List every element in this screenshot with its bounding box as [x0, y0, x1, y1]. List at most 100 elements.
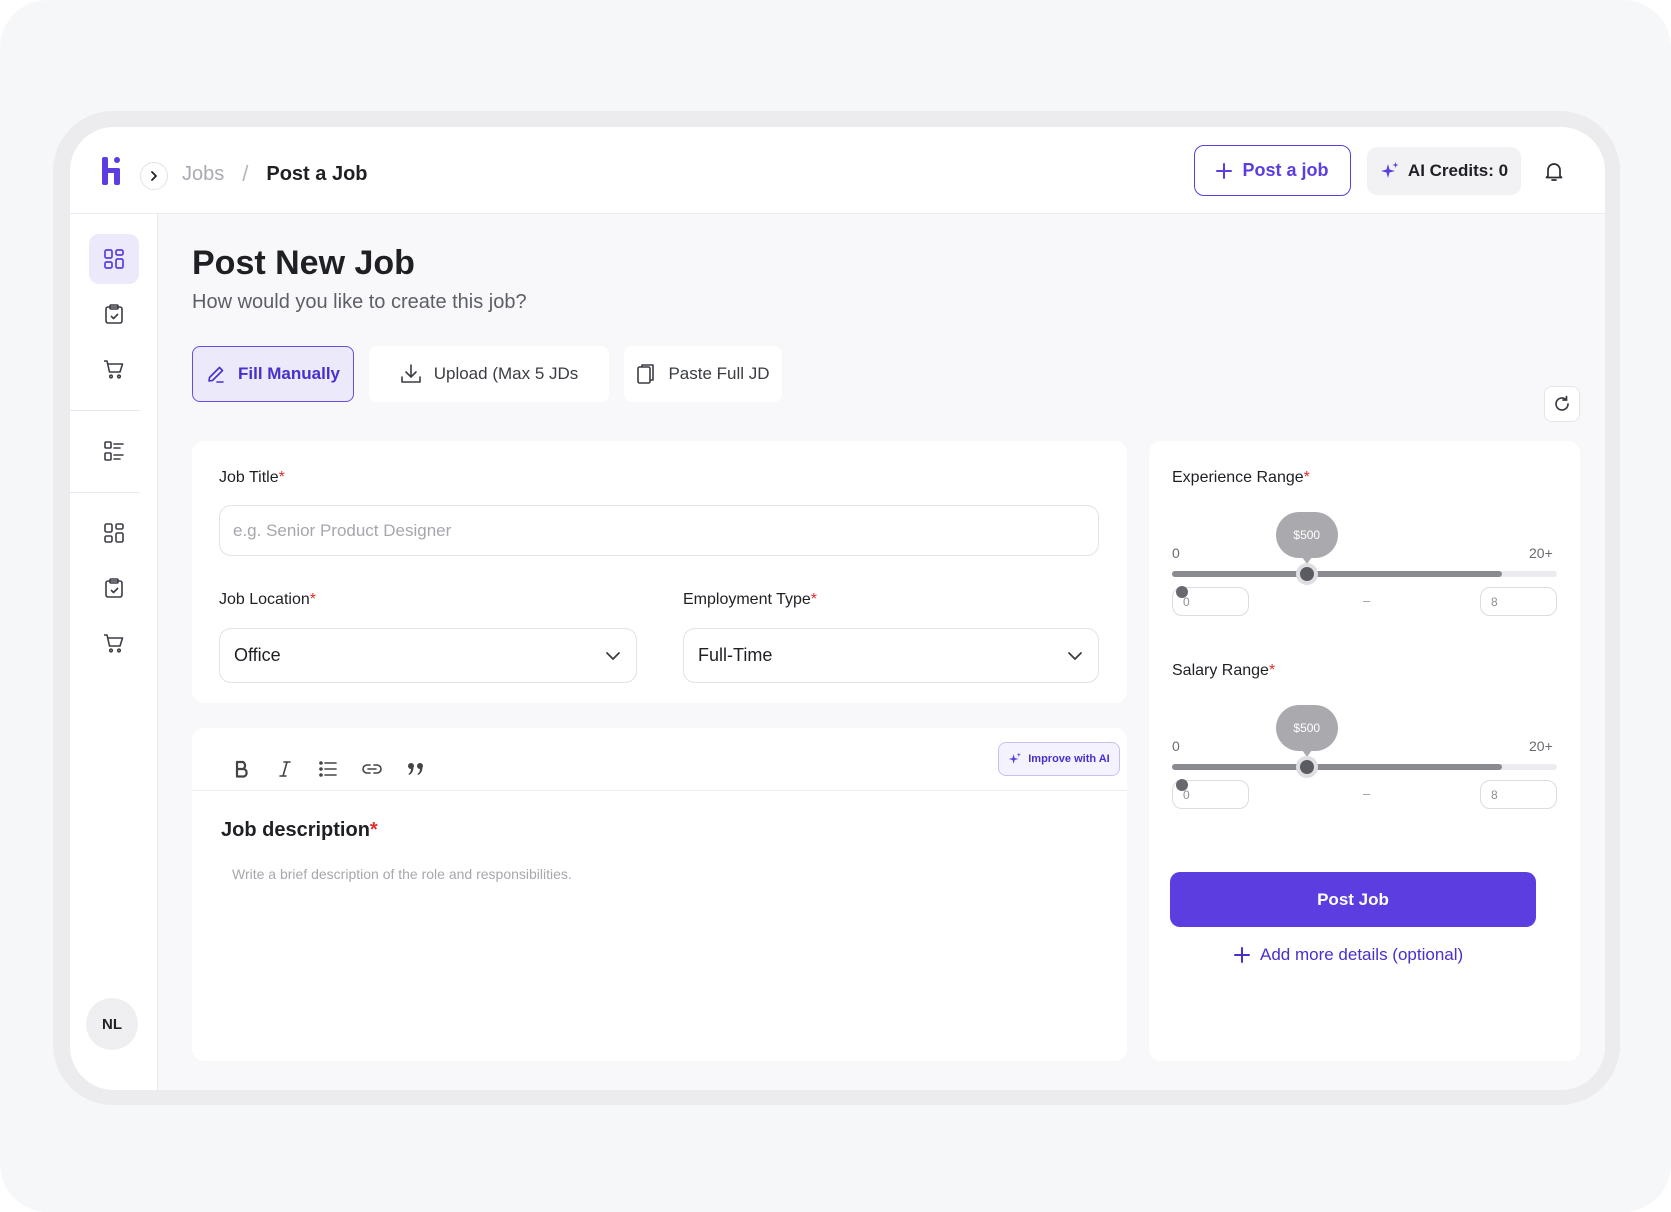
- clipboard-check-icon: [105, 578, 123, 598]
- salary-max-value: 8: [1491, 787, 1498, 802]
- salary-min-knob: [1176, 779, 1188, 791]
- sidebar-item-cart-2[interactable]: [89, 618, 139, 668]
- ai-credits-badge[interactable]: AI Credits: 0: [1367, 147, 1521, 195]
- salary-slider-track[interactable]: [1172, 756, 1557, 778]
- experience-max-value: 8: [1491, 594, 1498, 609]
- chevron-down-icon: [606, 651, 620, 660]
- sidebar-item-list[interactable]: [89, 426, 139, 476]
- job-title-input[interactable]: e.g. Senior Product Designer: [219, 505, 1099, 556]
- salary-max-label: 20+: [1529, 738, 1553, 754]
- required-mark: *: [369, 819, 378, 841]
- required-mark: *: [1303, 469, 1310, 486]
- user-avatar[interactable]: NL: [86, 998, 138, 1050]
- sparkles-icon: [1008, 752, 1022, 764]
- bullet-list-icon: [319, 761, 337, 777]
- sidebar-item-tasks-2[interactable]: [89, 563, 139, 613]
- job-description-input[interactable]: Write a brief description of the role an…: [232, 866, 572, 882]
- improve-with-ai-button[interactable]: Improve with AI: [998, 742, 1120, 776]
- description-editor-card: Improve with AI Job description* Write a…: [192, 728, 1127, 1061]
- experience-range-label: Experience Range*: [1172, 469, 1310, 487]
- chevron-right-icon: [151, 171, 157, 181]
- job-basics-card: Job Title* e.g. Senior Product Designer …: [192, 441, 1127, 703]
- upload-jd-button[interactable]: Upload (Max 5 JDs: [369, 346, 609, 402]
- dashboard-icon: [104, 249, 124, 269]
- job-title-label: Job Title*: [219, 469, 285, 487]
- experience-min-knob: [1176, 586, 1188, 598]
- job-description-title-text: Job description: [221, 819, 370, 841]
- post-a-job-button[interactable]: Post a job: [1194, 145, 1351, 196]
- quote-icon: [408, 763, 423, 775]
- clipboard-icon: [637, 364, 655, 384]
- job-location-label: Job Location*: [219, 591, 316, 609]
- list-icon: [104, 441, 124, 461]
- app-screen: Jobs / Post a Job Post a job AI Credits:…: [70, 127, 1605, 1090]
- improve-with-ai-label: Improve with AI: [1028, 753, 1110, 765]
- experience-slider-thumb[interactable]: [1295, 563, 1318, 585]
- breadcrumb-current: Post a Job: [266, 162, 368, 185]
- salary-max-input[interactable]: 8: [1480, 780, 1557, 809]
- required-mark: *: [309, 591, 316, 608]
- download-icon: [400, 364, 421, 383]
- add-more-details-label: Add more details (optional): [1260, 945, 1464, 964]
- experience-slider-track[interactable]: [1172, 563, 1557, 585]
- bell-icon[interactable]: [1542, 159, 1566, 183]
- editor-toolbar-divider: [192, 790, 1127, 791]
- sidebar-item-dashboard-2[interactable]: [89, 508, 139, 558]
- refresh-button[interactable]: [1544, 386, 1580, 422]
- experience-min-input[interactable]: 0: [1172, 586, 1249, 616]
- experience-max-input[interactable]: 8: [1480, 587, 1557, 616]
- italic-button[interactable]: [271, 755, 299, 783]
- sidebar-divider: [70, 492, 140, 493]
- breadcrumb-jobs-link[interactable]: Jobs: [182, 163, 224, 186]
- upload-jd-label: Upload (Max 5 JDs: [433, 364, 579, 383]
- post-job-submit-button[interactable]: Post Job: [1170, 872, 1536, 927]
- experience-range-label-text: Experience Range: [1172, 469, 1304, 486]
- sidebar-item-tasks[interactable]: [89, 289, 139, 339]
- salary-slider-thumb[interactable]: [1295, 756, 1318, 778]
- salary-min-input[interactable]: 0: [1172, 779, 1249, 809]
- top-bar: Jobs / Post a Job Post a job AI Credits:…: [70, 127, 1605, 214]
- add-more-details-link[interactable]: Add more details (optional): [1234, 945, 1463, 965]
- experience-value-bubble: $500: [1275, 512, 1338, 564]
- breadcrumb: Jobs / Post a Job: [182, 161, 368, 187]
- link-button[interactable]: [358, 755, 386, 783]
- fill-manually-label: Fill Manually: [237, 364, 341, 383]
- job-title-label-text: Job Title: [219, 469, 279, 486]
- salary-value-bubble: $500: [1275, 705, 1338, 757]
- range-dash: –: [1363, 593, 1371, 608]
- required-mark: *: [278, 469, 285, 486]
- sidebar: NL: [70, 214, 158, 1090]
- logo-icon: [102, 157, 120, 185]
- breadcrumb-separator: /: [242, 161, 249, 186]
- plus-icon: [1216, 162, 1233, 179]
- link-icon: [362, 764, 382, 774]
- sidebar-expand-button[interactable]: [140, 162, 168, 190]
- sparkles-icon: [1380, 162, 1399, 178]
- job-location-select[interactable]: Office: [219, 628, 637, 683]
- employment-type-select[interactable]: Full-Time: [683, 628, 1099, 683]
- employment-type-value: Full-Time: [698, 645, 773, 665]
- bold-icon: [235, 760, 248, 778]
- salary-min-label: 0: [1172, 738, 1180, 754]
- bold-button[interactable]: [228, 755, 256, 783]
- required-mark: *: [810, 591, 817, 608]
- job-location-value: Office: [234, 645, 281, 665]
- plus-icon: [1234, 947, 1250, 963]
- refresh-icon: [1555, 395, 1569, 411]
- page-subtitle: How would you like to create this job?: [192, 291, 527, 313]
- experience-max-label: 20+: [1529, 545, 1553, 561]
- paste-jd-button[interactable]: Paste Full JD: [624, 346, 782, 402]
- job-description-title: Job description*: [221, 819, 378, 842]
- bullet-list-button[interactable]: [314, 755, 342, 783]
- quote-button[interactable]: [402, 755, 430, 783]
- italic-icon: [279, 761, 291, 777]
- pencil-icon: [208, 366, 224, 383]
- experience-slider-fill: [1172, 571, 1502, 577]
- sidebar-item-dashboard[interactable]: [89, 234, 139, 284]
- ai-credits-label: AI Credits: 0: [1407, 161, 1509, 180]
- range-dash: –: [1363, 786, 1371, 801]
- job-location-label-text: Job Location: [219, 591, 310, 608]
- fill-manually-button[interactable]: Fill Manually: [192, 346, 354, 402]
- sidebar-item-cart[interactable]: [89, 344, 139, 394]
- dashboard-icon: [104, 523, 124, 543]
